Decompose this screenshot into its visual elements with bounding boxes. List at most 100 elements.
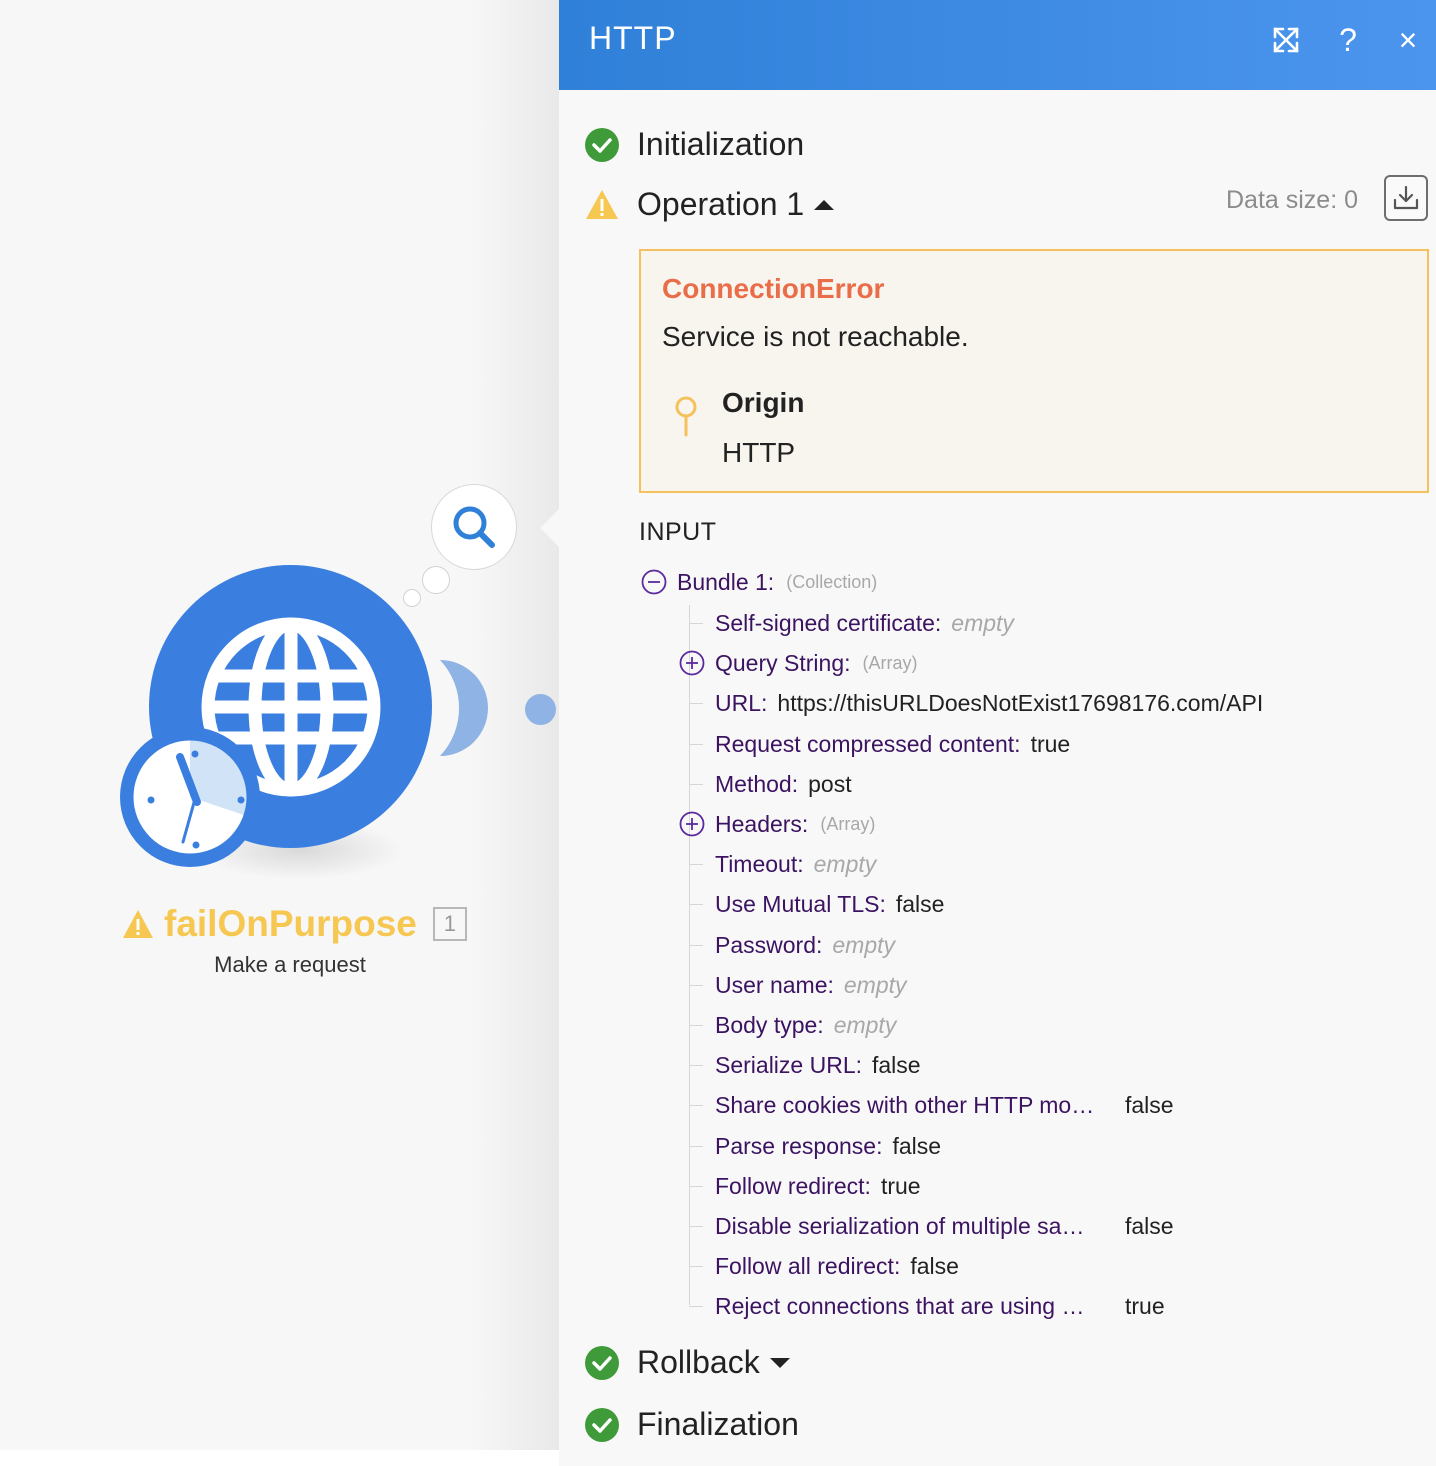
tree-tick — [689, 744, 703, 745]
expand-button[interactable] — [1268, 22, 1304, 58]
operation-count-badge: 1 — [432, 907, 467, 941]
field-value: false — [895, 890, 945, 917]
field-key: Follow redirect: — [715, 1172, 871, 1199]
field-value: empty — [843, 971, 907, 998]
field-value: true — [1030, 730, 1071, 757]
field-value: false — [910, 1252, 959, 1279]
caret-down-icon — [769, 1357, 790, 1368]
field-row: Reject connections that are using … true — [715, 1289, 1165, 1323]
origin-label: Origin — [722, 387, 805, 418]
field-key: URL: — [715, 689, 768, 716]
module-handle[interactable] — [440, 660, 490, 756]
section-initialization[interactable]: Initialization — [585, 126, 804, 163]
field-key: Disable serialization of multiple sa… — [715, 1212, 1085, 1239]
field-value: false — [872, 1051, 921, 1078]
clock-icon — [120, 727, 260, 867]
field-row: Parse response: false — [715, 1129, 941, 1163]
field-key: Self-signed certificate: — [715, 609, 942, 636]
field-key: Reject connections that are using … — [715, 1292, 1085, 1319]
field-key: Request compressed content: — [715, 730, 1021, 757]
connector-dot[interactable] — [525, 694, 556, 725]
bubble-dot-small — [403, 589, 421, 607]
tree-tick — [689, 784, 703, 785]
collapse-icon[interactable] — [641, 569, 667, 595]
canvas-bottom-strip — [0, 1450, 560, 1466]
check-circle-icon — [585, 127, 619, 162]
warning-icon — [123, 910, 153, 938]
inspect-bubble[interactable] — [431, 484, 517, 570]
panel-title: HTTP — [589, 20, 677, 56]
tree-tick — [689, 1266, 703, 1267]
tree-tick — [689, 1186, 703, 1187]
field-key: Body type: — [715, 1011, 824, 1038]
tree-tick — [689, 703, 703, 704]
section-rollback-label: Rollback — [637, 1344, 760, 1380]
field-key: Serialize URL: — [715, 1051, 862, 1078]
field-row: Timeout: empty — [715, 847, 876, 881]
tree-tick — [689, 985, 703, 986]
field-key: Follow all redirect: — [715, 1252, 901, 1279]
download-icon — [1393, 185, 1419, 210]
panel-pointer — [540, 508, 560, 548]
section-initialization-label: Initialization — [637, 126, 805, 162]
field-key: User name: — [715, 971, 834, 998]
field-row: Follow redirect: true — [715, 1169, 921, 1203]
field-value: empty — [832, 931, 896, 958]
field-key: Use Mutual TLS: — [715, 890, 886, 917]
tree-tick — [689, 1306, 703, 1307]
field-row: Method: post — [715, 767, 852, 801]
check-circle-icon — [585, 1407, 619, 1442]
field-value: false — [1125, 1212, 1174, 1239]
warning-icon — [586, 189, 618, 219]
pin-icon — [675, 396, 697, 437]
section-finalization[interactable]: Finalization — [585, 1406, 799, 1443]
error-box: ConnectionError Service is not reachable… — [639, 249, 1429, 493]
field-key: Share cookies with other HTTP mo… — [715, 1091, 1095, 1118]
tree-tick — [689, 1065, 703, 1066]
field-key: Headers: — [715, 810, 809, 837]
module-label[interactable]: failOnPurpose 1 — [122, 900, 467, 948]
bundle-row[interactable]: Bundle 1: (Collection) — [641, 565, 877, 599]
tree-line — [689, 605, 690, 1305]
field-value: empty — [813, 850, 877, 877]
field-row: URL: https://thisURLDoesNotExist17698176.… — [715, 686, 1263, 720]
field-row: Body type: empty — [715, 1008, 896, 1042]
expand-plus-icon[interactable] — [679, 811, 705, 837]
bundle-key: Bundle 1: — [677, 568, 775, 595]
expand-plus-icon[interactable] — [679, 650, 705, 676]
module-name: failOnPurpose — [164, 903, 417, 944]
error-title: ConnectionError — [662, 273, 885, 304]
bundle-type: (Collection) — [786, 571, 878, 592]
section-rollback[interactable]: Rollback — [585, 1344, 790, 1381]
field-row: Password: empty — [715, 928, 895, 962]
help-button[interactable]: ? — [1330, 22, 1366, 58]
field-key: Method: — [715, 770, 799, 797]
field-key: Parse response: — [715, 1132, 883, 1159]
caret-up-icon — [814, 199, 835, 210]
data-size: Data size: 0 — [1226, 186, 1359, 214]
field-value: false — [892, 1132, 942, 1159]
search-icon — [453, 506, 495, 548]
field-row: Request compressed content: true — [715, 727, 1070, 761]
field-row[interactable]: Query String: (Array) — [679, 646, 918, 680]
module-subtitle: Make a request — [214, 952, 366, 977]
field-value: empty — [951, 609, 1014, 636]
field-key: Password: — [715, 931, 823, 958]
field-key: Timeout: — [715, 850, 804, 877]
field-row: Follow all redirect: false — [715, 1249, 959, 1283]
download-button[interactable] — [1384, 175, 1428, 221]
field-row: User name: empty — [715, 968, 907, 1002]
tree-tick — [689, 945, 703, 946]
tree-tick — [689, 904, 703, 905]
field-value: post — [808, 770, 852, 797]
close-button[interactable]: × — [1390, 22, 1426, 58]
section-operation-1[interactable]: Operation 1 — [585, 186, 835, 223]
inspector-panel: HTTP ? × Initialization Operation 1 Data… — [559, 0, 1436, 1466]
field-value: true — [880, 1172, 921, 1199]
check-circle-icon — [585, 1345, 619, 1380]
expand-icon — [1273, 27, 1299, 53]
field-row[interactable]: Headers: (Array) — [679, 807, 875, 841]
tree-tick — [689, 1105, 703, 1106]
tree-tick — [689, 1025, 703, 1026]
field-value: (Array) — [820, 813, 876, 834]
